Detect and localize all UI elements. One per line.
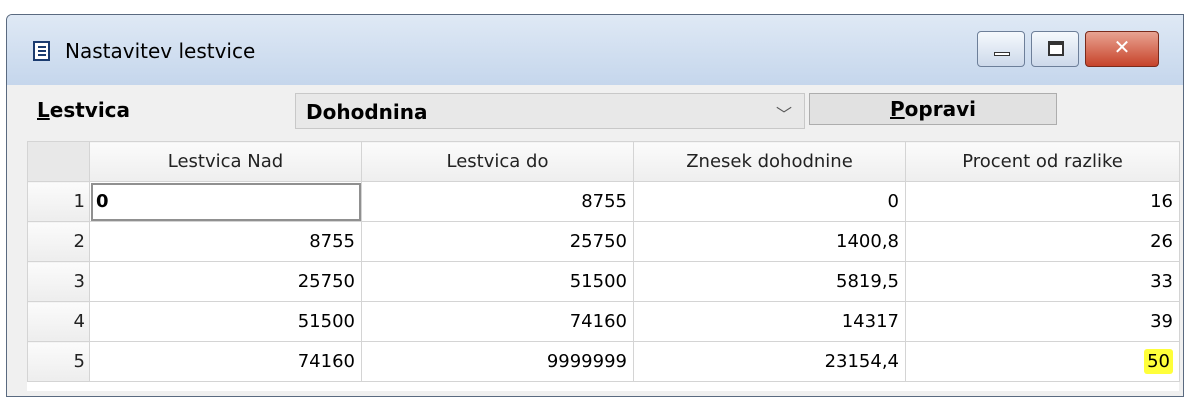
row-header[interactable]: 3 — [27, 261, 90, 302]
row-header[interactable]: 2 — [27, 221, 90, 262]
table-cell[interactable]: 8755 — [361, 181, 634, 222]
table-cell[interactable]: 51500 — [361, 261, 634, 302]
table-cell[interactable]: 16 — [905, 181, 1180, 222]
table-cell[interactable]: 25750 — [89, 261, 362, 302]
lestvica-label: Lestvica — [37, 98, 131, 122]
table-cell[interactable]: 51500 — [89, 301, 362, 342]
close-icon: ✕ — [1113, 35, 1131, 59]
column-header[interactable]: Procent od razlike — [905, 141, 1180, 182]
table-row: 3 25750 51500 5819,5 33 — [27, 261, 1180, 302]
grid-corner[interactable] — [27, 141, 90, 182]
table-cell[interactable]: 23154,4 — [633, 341, 906, 382]
popravi-button[interactable]: Popravi — [809, 93, 1057, 125]
table-cell-highlighted[interactable]: 50 — [905, 341, 1180, 382]
title-bar[interactable]: Nastavitev lestvice ✕ — [7, 15, 1183, 85]
column-header[interactable]: Lestvica Nad — [89, 141, 362, 182]
chevron-down-icon[interactable]: ﹀ — [776, 101, 792, 125]
table-cell[interactable]: 74160 — [89, 341, 362, 382]
toolbar: Lestvica Dohodnina ﹀ Popravi — [7, 85, 1183, 141]
table-cell[interactable]: 0 — [633, 181, 906, 222]
maximize-icon — [1048, 41, 1064, 56]
table-cell[interactable]: 14317 — [633, 301, 906, 342]
highlight-marker: 50 — [1144, 349, 1173, 374]
close-button[interactable]: ✕ — [1085, 31, 1159, 67]
table-cell[interactable]: 33 — [905, 261, 1180, 302]
table-row: 1 0 8755 0 16 — [27, 181, 1180, 222]
maximize-button[interactable] — [1031, 31, 1079, 67]
minimize-button[interactable] — [977, 31, 1025, 67]
column-header[interactable]: Znesek dohodnine — [633, 141, 906, 182]
lestvica-combobox[interactable]: Dohodnina ﹀ — [295, 93, 805, 129]
minimize-icon — [994, 52, 1010, 56]
table-cell[interactable]: 9999999 — [361, 341, 634, 382]
table-cell[interactable]: 74160 — [361, 301, 634, 342]
header-row: Lestvica Nad Lestvica do Znesek dohodnin… — [27, 141, 1180, 182]
settings-window: Nastavitev lestvice ✕ Lestvica Dohodnina… — [6, 14, 1184, 397]
table-cell[interactable]: 1400,8 — [633, 221, 906, 262]
window-title: Nastavitev lestvice — [65, 39, 256, 63]
row-header[interactable]: 5 — [27, 341, 90, 382]
table-cell[interactable]: 26 — [905, 221, 1180, 262]
row-header[interactable]: 1 — [27, 181, 90, 222]
column-header[interactable]: Lestvica do — [361, 141, 634, 182]
data-grid: Lestvica Nad Lestvica do Znesek dohodnin… — [27, 141, 1180, 391]
table-row: 5 74160 9999999 23154,4 50 — [27, 341, 1180, 382]
combobox-value: Dohodnina — [306, 100, 428, 124]
row-header[interactable]: 4 — [27, 301, 90, 342]
table-cell[interactable]: 8755 — [89, 221, 362, 262]
document-list-icon — [33, 41, 50, 61]
table-cell[interactable]: 25750 — [361, 221, 634, 262]
cell-edit-input[interactable]: 0 — [89, 181, 362, 222]
table-cell[interactable]: 5819,5 — [633, 261, 906, 302]
table-row: 2 8755 25750 1400,8 26 — [27, 221, 1180, 262]
table-row: 4 51500 74160 14317 39 — [27, 301, 1180, 342]
table-cell[interactable]: 39 — [905, 301, 1180, 342]
